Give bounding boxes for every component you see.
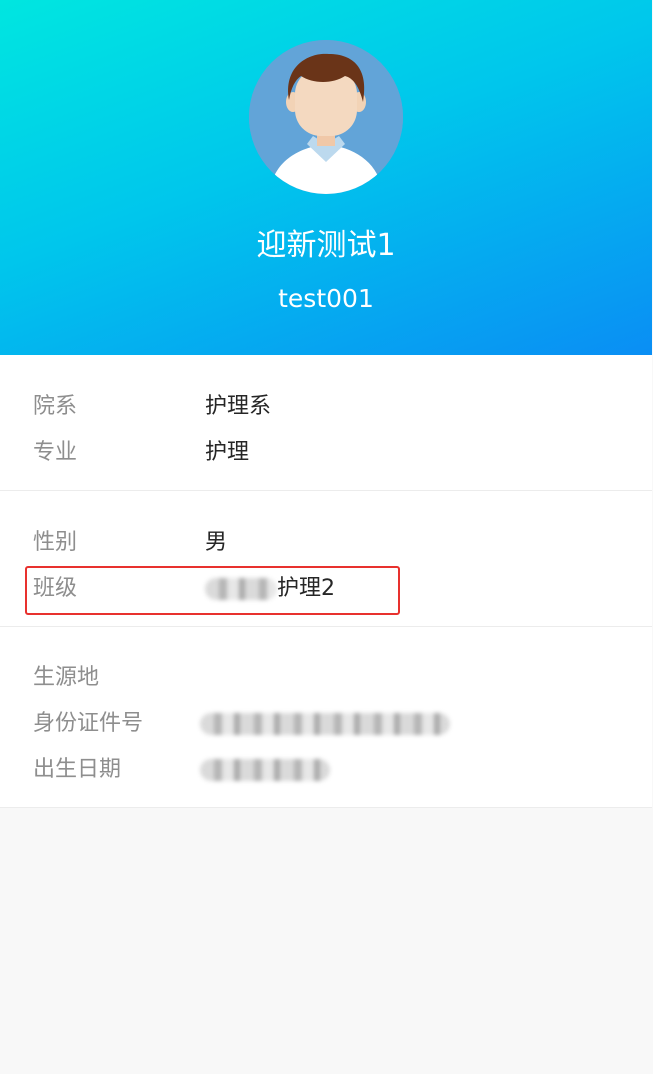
gender-row: 性别 男	[0, 525, 652, 561]
origin-row: 生源地	[0, 660, 652, 696]
department-value: 护理系	[205, 394, 272, 419]
origin-label: 生源地	[33, 665, 100, 690]
avatar[interactable]	[249, 40, 403, 194]
academic-card: 院系 护理系 专业 护理	[0, 355, 652, 490]
id-label: 身份证件号	[33, 711, 144, 736]
birth-label: 出生日期	[33, 757, 122, 782]
profile-account: test001	[278, 284, 374, 313]
redacted-text	[200, 713, 450, 735]
redacted-text	[200, 759, 330, 781]
birth-value	[200, 752, 330, 788]
department-label: 院系	[33, 394, 78, 419]
department-row: 院系 护理系	[0, 389, 652, 425]
id-row: 身份证件号	[0, 706, 652, 742]
identity-card: 生源地 身份证件号 出生日期	[0, 627, 652, 807]
gender-label: 性别	[33, 530, 78, 555]
gender-value: 男	[205, 530, 228, 555]
profile-name: 迎新测试1	[256, 228, 396, 263]
major-row: 专业 护理	[0, 435, 652, 471]
profile-header: 迎新测试1 test001	[0, 0, 652, 355]
id-value	[200, 706, 450, 742]
male-avatar-icon	[249, 40, 403, 194]
major-value: 护理	[205, 440, 250, 465]
birth-row: 出生日期	[0, 752, 652, 788]
class-highlight-box	[25, 566, 400, 615]
section-divider	[0, 807, 652, 808]
major-label: 专业	[33, 440, 78, 465]
